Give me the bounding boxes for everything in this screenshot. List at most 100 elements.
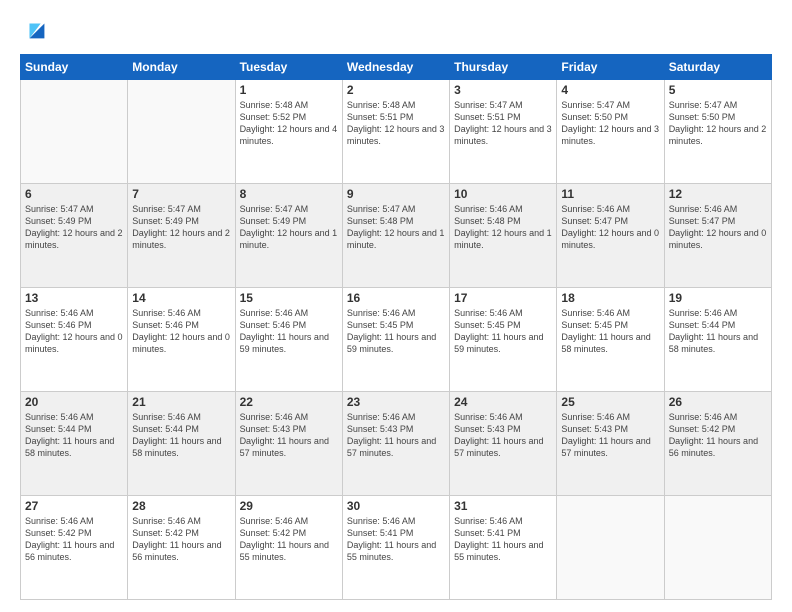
day-of-week-saturday: Saturday [664,55,771,80]
day-info: Sunrise: 5:48 AM Sunset: 5:51 PM Dayligh… [347,99,445,148]
day-number: 19 [669,291,767,305]
day-of-week-wednesday: Wednesday [342,55,449,80]
day-info: Sunrise: 5:46 AM Sunset: 5:44 PM Dayligh… [25,411,123,460]
calendar-cell: 1 Sunrise: 5:48 AM Sunset: 5:52 PM Daylig… [235,80,342,184]
calendar-cell: 31 Sunrise: 5:46 AM Sunset: 5:41 PM Dayli… [450,496,557,600]
calendar-cell: 30Sunrise: 5:46 AM Sunset: 5:41 PM Dayli… [342,496,449,600]
calendar-cell: 18 Sunrise: 5:46 AM Sunset: 5:45 PM Dayli… [557,288,664,392]
calendar-cell: 23 Sunrise: 5:46 AM Sunset: 5:43 PM Dayli… [342,392,449,496]
day-info: Sunrise: 5:46 AM Sunset: 5:42 PM Dayligh… [25,515,123,564]
day-number: 27 [25,499,123,513]
day-info: Sunrise: 5:46 AM Sunset: 5:43 PM Dayligh… [454,411,552,460]
calendar-cell: 15Sunrise: 5:46 AM Sunset: 5:46 PM Dayli… [235,288,342,392]
day-info: Sunrise: 5:46 AM Sunset: 5:45 PM Dayligh… [561,307,659,356]
day-of-week-thursday: Thursday [450,55,557,80]
day-number: 22 [240,395,338,409]
day-info: Sunrise: 5:46 AM Sunset: 5:47 PM Dayligh… [561,203,659,252]
day-info: Sunrise: 5:46 AM Sunset: 5:42 PM Dayligh… [669,411,767,460]
calendar-cell: 20 Sunrise: 5:46 AM Sunset: 5:44 PM Dayli… [21,392,128,496]
calendar-cell: 19 Sunrise: 5:46 AM Sunset: 5:44 PM Dayli… [664,288,771,392]
day-number: 1 [240,83,338,97]
day-number: 17 [454,291,552,305]
calendar-body: 1 Sunrise: 5:48 AM Sunset: 5:52 PM Daylig… [21,80,772,600]
day-number: 23 [347,395,445,409]
calendar-cell: 13Sunrise: 5:46 AM Sunset: 5:46 PM Dayli… [21,288,128,392]
day-number: 4 [561,83,659,97]
day-info: Sunrise: 5:46 AM Sunset: 5:41 PM Dayligh… [454,515,552,564]
calendar-cell [128,80,235,184]
calendar-cell [21,80,128,184]
day-info: Sunrise: 5:47 AM Sunset: 5:49 PM Dayligh… [25,203,123,252]
day-number: 21 [132,395,230,409]
day-number: 3 [454,83,552,97]
calendar-cell: 11 Sunrise: 5:46 AM Sunset: 5:47 PM Dayli… [557,184,664,288]
day-of-week-tuesday: Tuesday [235,55,342,80]
calendar-table: SundayMondayTuesdayWednesdayThursdayFrid… [20,54,772,600]
day-info: Sunrise: 5:46 AM Sunset: 5:46 PM Dayligh… [132,307,230,356]
day-info: Sunrise: 5:48 AM Sunset: 5:52 PM Dayligh… [240,99,338,148]
day-number: 25 [561,395,659,409]
calendar-cell: 16 Sunrise: 5:46 AM Sunset: 5:45 PM Dayli… [342,288,449,392]
calendar-cell: 12Sunrise: 5:46 AM Sunset: 5:47 PM Dayli… [664,184,771,288]
day-info: Sunrise: 5:47 AM Sunset: 5:51 PM Dayligh… [454,99,552,148]
day-of-week-monday: Monday [128,55,235,80]
calendar-cell: 9 Sunrise: 5:47 AM Sunset: 5:48 PM Daylig… [342,184,449,288]
day-number: 30 [347,499,445,513]
day-number: 5 [669,83,767,97]
calendar-cell: 27 Sunrise: 5:46 AM Sunset: 5:42 PM Dayli… [21,496,128,600]
calendar-cell: 14 Sunrise: 5:46 AM Sunset: 5:46 PM Dayli… [128,288,235,392]
calendar-cell: 8Sunrise: 5:47 AM Sunset: 5:49 PM Daylig… [235,184,342,288]
day-number: 31 [454,499,552,513]
day-of-week-sunday: Sunday [21,55,128,80]
day-number: 11 [561,187,659,201]
page: SundayMondayTuesdayWednesdayThursdayFrid… [0,0,792,612]
day-number: 16 [347,291,445,305]
day-info: Sunrise: 5:47 AM Sunset: 5:50 PM Dayligh… [669,99,767,148]
day-info: Sunrise: 5:47 AM Sunset: 5:50 PM Dayligh… [561,99,659,148]
calendar-week-row: 13 Sunrise: 5:46 AM Sunset: 5:46 PM Dayli… [21,288,772,392]
day-number: 6 [25,187,123,201]
calendar-cell: 4 Sunrise: 5:47 AM Sunset: 5:50 PM Daylig… [557,80,664,184]
calendar-header-row: SundayMondayTuesdayWednesdayThursdayFrid… [21,55,772,80]
day-number: 29 [240,499,338,513]
day-number: 9 [347,187,445,201]
day-info: Sunrise: 5:46 AM Sunset: 5:45 PM Dayligh… [454,307,552,356]
day-number: 14 [132,291,230,305]
calendar-cell [557,496,664,600]
calendar-cell: 2 Sunrise: 5:48 AM Sunset: 5:51 PM Daylig… [342,80,449,184]
calendar-cell: 17 Sunrise: 5:46 AM Sunset: 5:45 PM Dayli… [450,288,557,392]
day-number: 13 [25,291,123,305]
day-info: Sunrise: 5:46 AM Sunset: 5:43 PM Dayligh… [561,411,659,460]
calendar-cell: 21 Sunrise: 5:46 AM Sunset: 5:44 PM Dayli… [128,392,235,496]
day-number: 10 [454,187,552,201]
day-info: Sunrise: 5:46 AM Sunset: 5:45 PM Dayligh… [347,307,445,356]
day-number: 28 [132,499,230,513]
day-info: Sunrise: 5:46 AM Sunset: 5:43 PM Dayligh… [240,411,338,460]
day-info: Sunrise: 5:46 AM Sunset: 5:44 PM Dayligh… [132,411,230,460]
day-info: Sunrise: 5:46 AM Sunset: 5:48 PM Dayligh… [454,203,552,252]
day-number: 26 [669,395,767,409]
calendar-cell: 6 Sunrise: 5:47 AM Sunset: 5:49 PM Daylig… [21,184,128,288]
day-info: Sunrise: 5:46 AM Sunset: 5:44 PM Dayligh… [669,307,767,356]
day-info: Sunrise: 5:46 AM Sunset: 5:42 PM Dayligh… [240,515,338,564]
day-info: Sunrise: 5:47 AM Sunset: 5:49 PM Dayligh… [132,203,230,252]
calendar-cell: 7Sunrise: 5:47 AM Sunset: 5:49 PM Daylig… [128,184,235,288]
day-of-week-friday: Friday [557,55,664,80]
day-info: Sunrise: 5:46 AM Sunset: 5:43 PM Dayligh… [347,411,445,460]
day-number: 18 [561,291,659,305]
calendar-cell: 22 Sunrise: 5:46 AM Sunset: 5:43 PM Dayli… [235,392,342,496]
calendar-cell: 26 Sunrise: 5:46 AM Sunset: 5:42 PM Dayli… [664,392,771,496]
day-info: Sunrise: 5:46 AM Sunset: 5:42 PM Dayligh… [132,515,230,564]
day-info: Sunrise: 5:47 AM Sunset: 5:48 PM Dayligh… [347,203,445,252]
day-number: 2 [347,83,445,97]
header [20,16,772,44]
day-number: 15 [240,291,338,305]
calendar-cell: 10 Sunrise: 5:46 AM Sunset: 5:48 PM Dayli… [450,184,557,288]
calendar-week-row: 27 Sunrise: 5:46 AM Sunset: 5:42 PM Dayli… [21,496,772,600]
day-number: 8 [240,187,338,201]
day-number: 24 [454,395,552,409]
calendar-cell: 3 Sunrise: 5:47 AM Sunset: 5:51 PM Daylig… [450,80,557,184]
day-number: 20 [25,395,123,409]
calendar-cell: 28 Sunrise: 5:46 AM Sunset: 5:42 PM Dayli… [128,496,235,600]
calendar-cell: 25 Sunrise: 5:46 AM Sunset: 5:43 PM Dayli… [557,392,664,496]
